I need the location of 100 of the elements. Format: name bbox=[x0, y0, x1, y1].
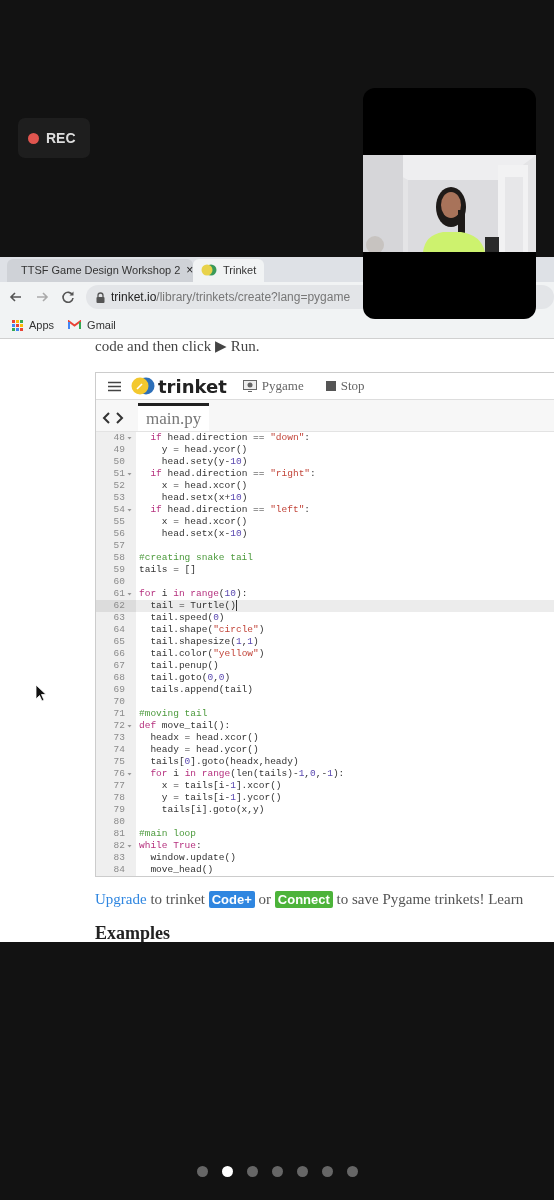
line-number: 62 bbox=[113, 600, 125, 612]
page-dot[interactable] bbox=[321, 1166, 333, 1177]
line-number: 75 bbox=[113, 756, 125, 768]
section-heading: Examples bbox=[95, 924, 171, 942]
code-line: head.setx(x-10) bbox=[160, 528, 248, 540]
page-dot[interactable] bbox=[271, 1166, 283, 1177]
mail-icon bbox=[68, 320, 82, 331]
page-dot[interactable] bbox=[221, 1166, 233, 1177]
line-number: 56 bbox=[113, 528, 125, 540]
code-line: tails = [] bbox=[138, 564, 196, 576]
fold-arrow-icon[interactable] bbox=[127, 845, 132, 848]
line-number: 83 bbox=[113, 852, 125, 864]
code-line: tails.append(tail) bbox=[149, 684, 254, 696]
line-number: 84 bbox=[113, 864, 125, 876]
upgrade-link[interactable]: Upgrade bbox=[95, 891, 147, 907]
code-line: window.update() bbox=[149, 852, 236, 864]
file-tab[interactable]: main.py bbox=[138, 403, 210, 431]
code-line: tail.shapesize(1,1) bbox=[149, 636, 259, 648]
line-number: 48 bbox=[113, 432, 125, 444]
plan-link[interactable]: Code+ bbox=[208, 891, 255, 908]
stop-button[interactable]: Stop bbox=[319, 378, 371, 394]
browser-tab[interactable]: Trinket bbox=[193, 258, 265, 282]
code-line: for i in range(len(tails)-1,0,-1): bbox=[149, 768, 345, 780]
monitor-icon bbox=[242, 380, 257, 392]
line-number: 65 bbox=[113, 636, 125, 648]
trinket-logo-icon bbox=[131, 377, 155, 395]
fold-arrow-icon[interactable] bbox=[127, 473, 132, 476]
page-dot[interactable] bbox=[346, 1166, 358, 1177]
page-dot[interactable] bbox=[296, 1166, 308, 1177]
line-number: 60 bbox=[113, 576, 125, 588]
recording-indicator: REC bbox=[18, 118, 90, 158]
code-line: tail.goto(0,0) bbox=[149, 672, 231, 684]
line-number: 52 bbox=[113, 480, 125, 492]
menu-icon[interactable] bbox=[108, 380, 121, 392]
pygame-button[interactable]: Pygame bbox=[236, 378, 310, 394]
browser-tab[interactable]: TTSF Game Design Workshop 2 × bbox=[7, 258, 193, 282]
line-number: 76 bbox=[113, 768, 125, 780]
code-line: #moving tail bbox=[138, 708, 208, 720]
trinket-logo: trinket bbox=[158, 375, 227, 397]
code-line: headx = head.xcor() bbox=[149, 732, 259, 744]
fold-arrow-icon[interactable] bbox=[127, 773, 132, 776]
line-number: 68 bbox=[113, 672, 125, 684]
reload-icon[interactable] bbox=[60, 289, 76, 305]
line-number: 81 bbox=[113, 828, 125, 840]
line-number: 67 bbox=[113, 660, 125, 672]
line-number: 71 bbox=[113, 708, 125, 720]
code-line: head.setx(x+10) bbox=[160, 492, 248, 504]
line-number: 50 bbox=[113, 456, 125, 468]
line-number: 53 bbox=[113, 492, 125, 504]
line-number: 72 bbox=[113, 720, 125, 732]
fold-arrow-icon[interactable] bbox=[127, 725, 132, 728]
lock-icon bbox=[96, 291, 105, 303]
code-line: while True: bbox=[138, 840, 202, 852]
line-number: 55 bbox=[113, 516, 125, 528]
code-line: x = head.xcor() bbox=[160, 480, 248, 492]
line-number: 63 bbox=[113, 612, 125, 624]
code-line: #main loop bbox=[138, 828, 196, 840]
instruction-text: code and then click ▶ Run. bbox=[95, 339, 261, 356]
page-dot[interactable] bbox=[246, 1166, 258, 1177]
code-line: if head.direction == "down": bbox=[149, 432, 311, 444]
code-line: x = tails[i-1].xcor() bbox=[160, 780, 282, 792]
fold-arrow-icon[interactable] bbox=[127, 437, 132, 440]
line-number: 59 bbox=[113, 564, 125, 576]
code-line: tail.penup() bbox=[149, 660, 219, 672]
line-number: 57 bbox=[113, 540, 125, 552]
line-number: 64 bbox=[113, 624, 125, 636]
bookmark-link[interactable]: Gmail bbox=[87, 319, 116, 332]
fold-arrow-icon[interactable] bbox=[127, 593, 132, 596]
code-line: if head.direction == "right": bbox=[149, 468, 316, 480]
line-number: 70 bbox=[113, 696, 125, 708]
code-line: x = head.xcor() bbox=[160, 516, 248, 528]
fold-arrow-icon[interactable] bbox=[127, 509, 132, 512]
code-line: y = head.ycor() bbox=[160, 444, 248, 456]
line-number: 74 bbox=[113, 744, 125, 756]
code-line: tail.speed(0) bbox=[149, 612, 225, 624]
code-line: tails[0].goto(headx,heady) bbox=[149, 756, 299, 768]
close-icon[interactable]: × bbox=[186, 263, 194, 278]
upgrade-notice: Upgrade to trinket Code+ or Connect to save Pygame trinkets! Learn bbox=[95, 891, 525, 908]
code-line: head.sety(y-10) bbox=[160, 456, 248, 468]
line-number: 49 bbox=[113, 444, 125, 456]
line-number: 79 bbox=[113, 804, 125, 816]
line-number: 54 bbox=[113, 504, 125, 516]
trinket-logo-icon bbox=[201, 264, 217, 277]
mouse-pointer-icon bbox=[35, 684, 47, 702]
code-line: tails[i].goto(x,y) bbox=[160, 804, 265, 816]
line-number: 80 bbox=[113, 816, 125, 828]
bookmark-link[interactable]: Apps bbox=[29, 319, 55, 332]
code-line: def move_tail(): bbox=[138, 720, 231, 732]
page-dot[interactable] bbox=[196, 1166, 208, 1177]
code-line: heady = head.ycor() bbox=[149, 744, 259, 756]
apps-grid-icon bbox=[12, 319, 23, 331]
code-line: if head.direction == "left": bbox=[149, 504, 311, 516]
line-number: 82 bbox=[113, 840, 125, 852]
line-number: 73 bbox=[113, 732, 125, 744]
code-line: tail.color("yellow") bbox=[149, 648, 265, 660]
line-number: 66 bbox=[113, 648, 125, 660]
line-number: 78 bbox=[113, 792, 125, 804]
code-line: y = tails[i-1].ycor() bbox=[160, 792, 282, 804]
code-line: tail = Turtle() bbox=[149, 600, 237, 612]
line-number: 58 bbox=[113, 552, 125, 564]
